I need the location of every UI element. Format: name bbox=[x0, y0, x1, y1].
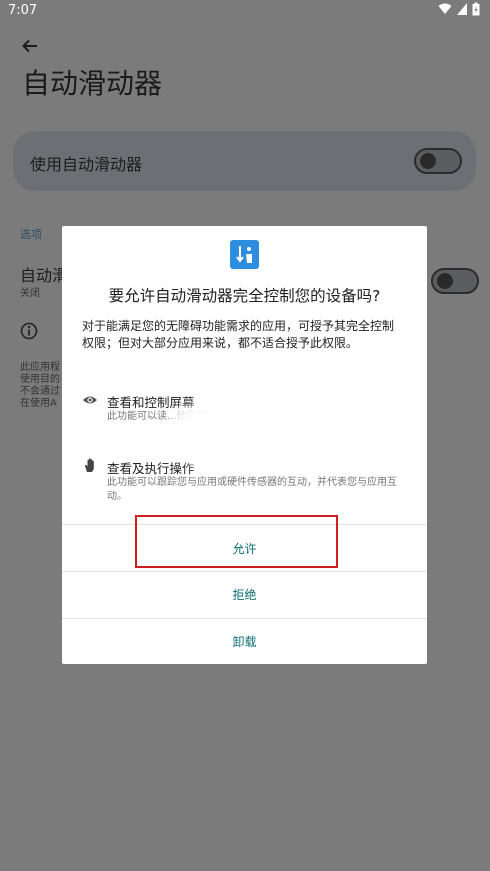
master-switch-card[interactable]: 使用自动滑动器 bbox=[13, 131, 476, 191]
page-title: 自动滑动器 bbox=[22, 67, 163, 100]
info-line: 此应用程 bbox=[20, 362, 60, 373]
overlay-smudge bbox=[170, 402, 330, 432]
permission-dialog: 要允许自动滑动器完全控制您的设备吗? 对于能满足您的无障碍功能需求的应用，可授予… bbox=[62, 226, 427, 664]
info-icon bbox=[20, 322, 38, 340]
info-text: 此应用程 使用目的 不会通过 在使用A bbox=[20, 362, 60, 410]
toggle-knob bbox=[420, 153, 436, 169]
toggle-knob bbox=[437, 273, 453, 289]
app-icon bbox=[230, 240, 259, 269]
status-time: 7:07 bbox=[8, 3, 38, 18]
info-line: 使用目的 bbox=[20, 374, 60, 385]
permission-desc: 此功能可以跟踪您与应用或硬件传感器的互动，并代表您与应用互动。 bbox=[107, 477, 397, 502]
signal-icon bbox=[457, 3, 467, 15]
status-icons bbox=[438, 2, 480, 16]
uninstall-button[interactable]: 卸载 bbox=[62, 619, 427, 665]
dialog-description: 对于能满足您的无障碍功能需求的应用，可授予其完全控制权限；但对大部分应用来说，都… bbox=[82, 319, 395, 350]
back-arrow-icon[interactable] bbox=[20, 36, 40, 56]
highlight-box bbox=[135, 515, 338, 568]
pref-summary: 关闭 bbox=[20, 288, 40, 299]
battery-icon bbox=[472, 2, 480, 16]
info-line: 在使用A bbox=[20, 398, 57, 409]
eye-icon bbox=[83, 396, 97, 404]
deny-button[interactable]: 拒绝 bbox=[62, 572, 427, 618]
info-line: 不会通过 bbox=[20, 386, 60, 397]
permission-title: 查看及执行操作 bbox=[107, 461, 195, 476]
pref-title[interactable]: 自动滑 bbox=[20, 262, 68, 286]
hand-icon bbox=[84, 458, 94, 472]
section-label: 选项 bbox=[20, 228, 42, 241]
wifi-icon bbox=[438, 3, 452, 14]
dialog-title: 要允许自动滑动器完全控制您的设备吗? bbox=[108, 287, 381, 305]
master-switch-label: 使用自动滑动器 bbox=[30, 155, 143, 174]
pref-toggle[interactable] bbox=[431, 268, 479, 294]
master-toggle[interactable] bbox=[414, 148, 462, 174]
overlay-smudge bbox=[184, 430, 224, 468]
status-bar: 7:07 bbox=[0, 0, 490, 24]
